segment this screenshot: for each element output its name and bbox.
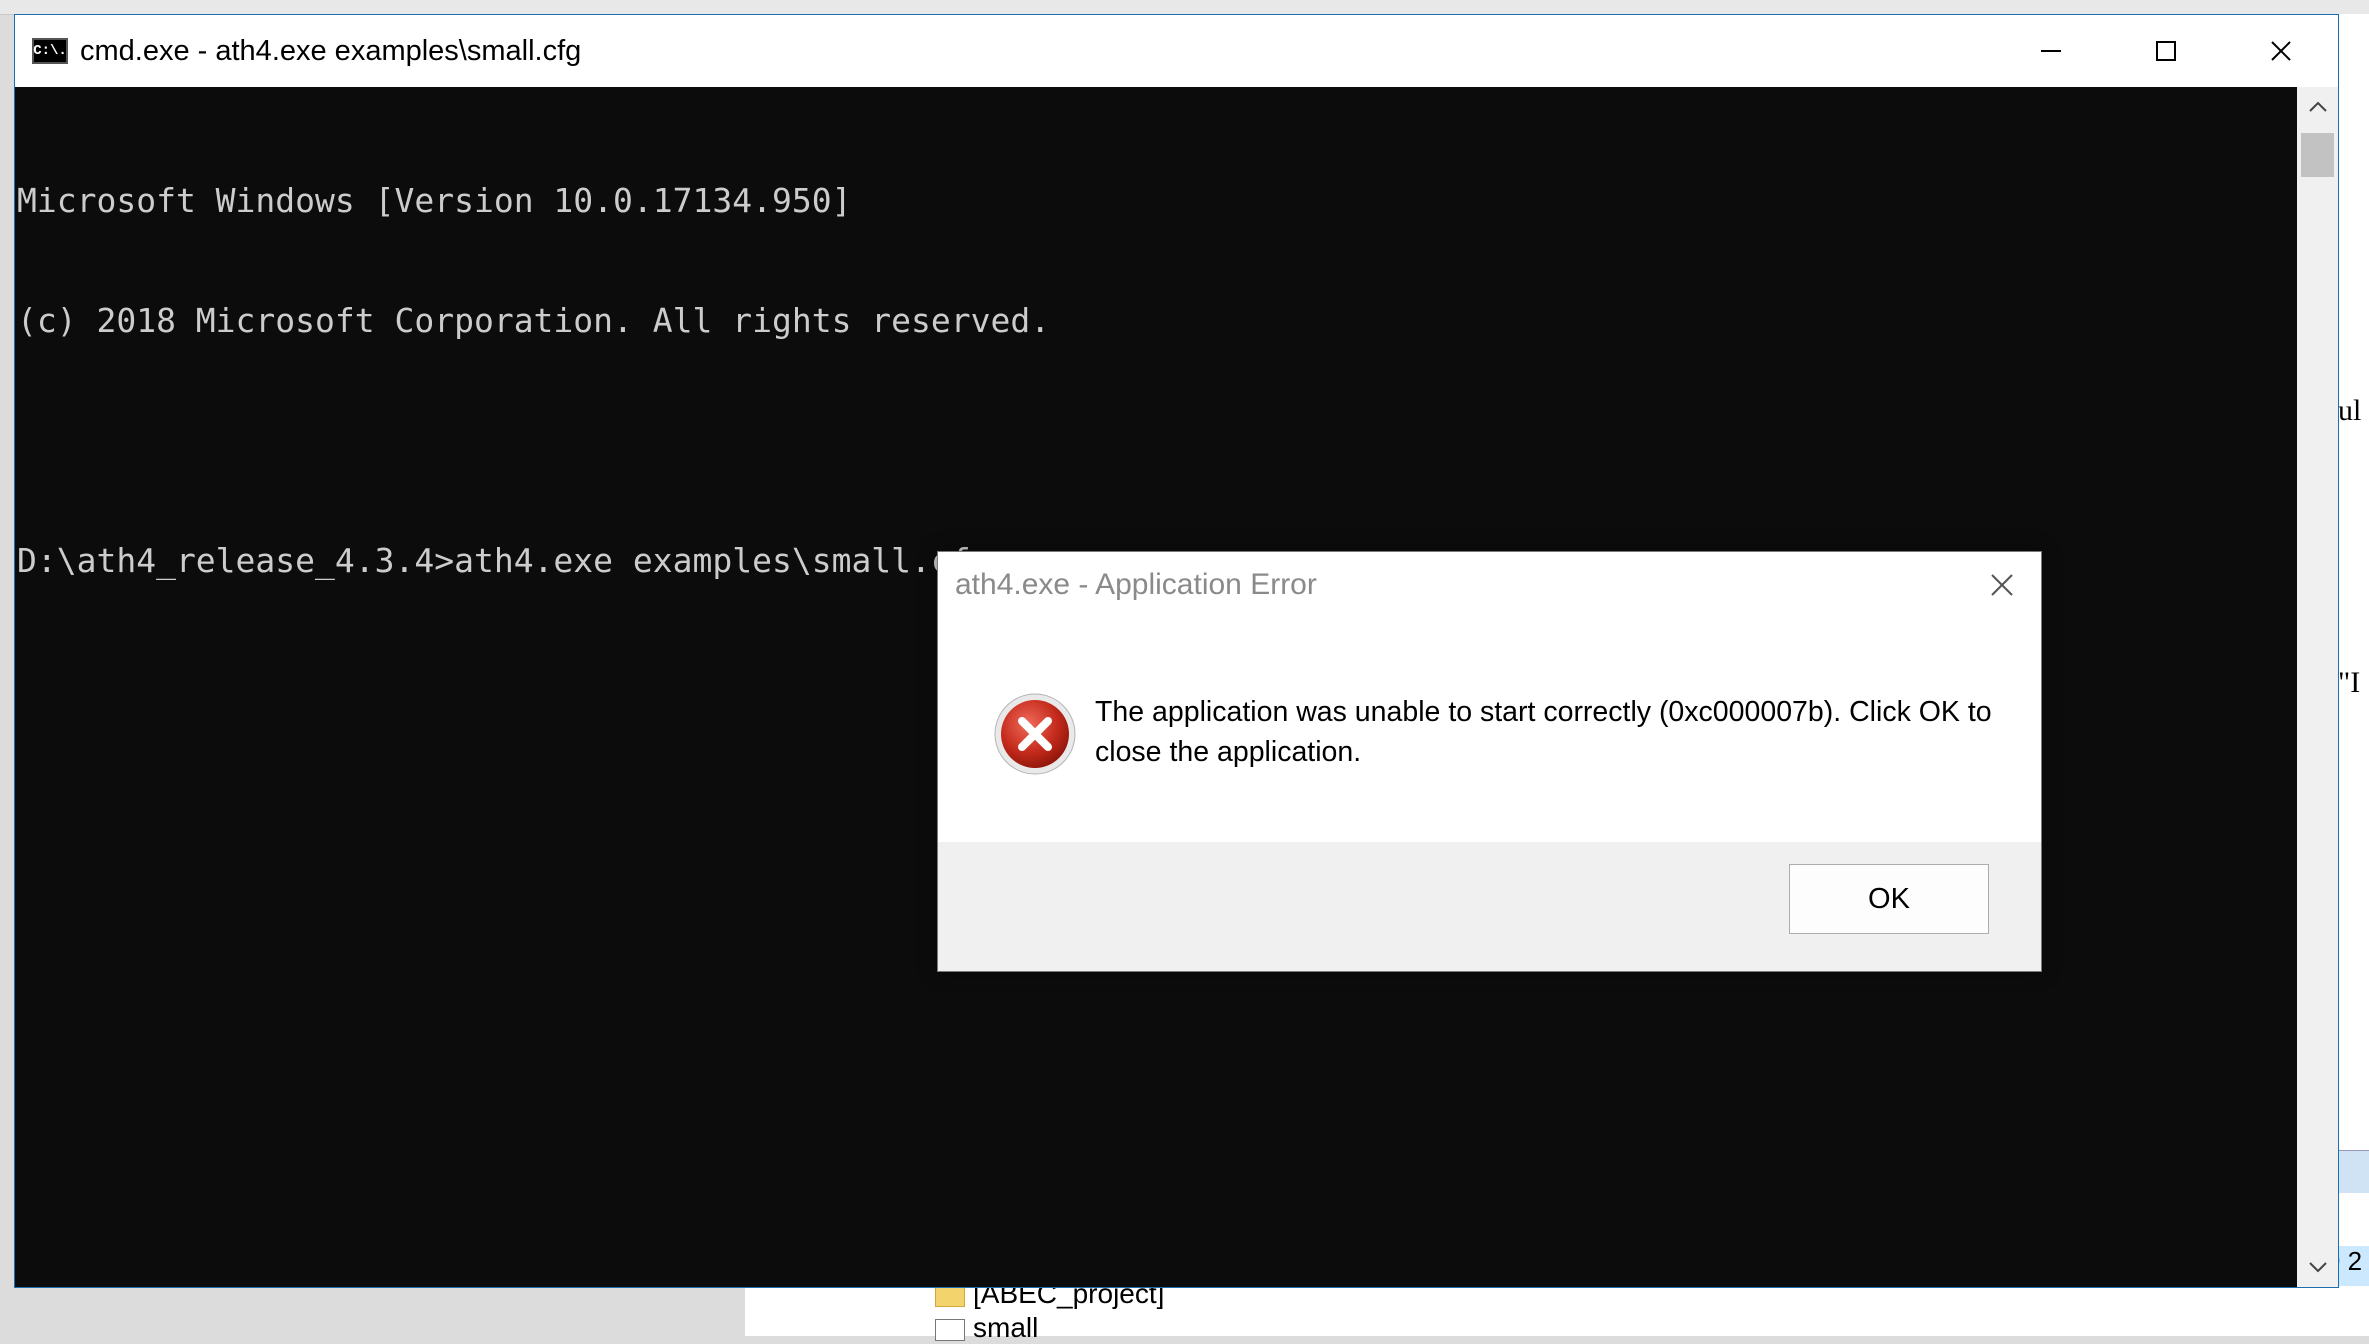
chevron-down-icon	[2308, 1262, 2327, 1273]
scroll-up-button[interactable]	[2297, 87, 2338, 127]
console-line: Microsoft Windows [Version 10.0.17134.95…	[17, 181, 852, 220]
minimize-button[interactable]	[1993, 15, 2108, 87]
scrollbar-thumb[interactable]	[2301, 133, 2334, 177]
dialog-footer: OK	[938, 842, 2041, 971]
close-icon	[2270, 41, 2291, 61]
background-text-fragment: "I	[2338, 666, 2361, 699]
background-window-edge	[0, 0, 2369, 15]
minimize-icon	[2040, 50, 2061, 52]
file-icon	[935, 1318, 965, 1341]
background-file-list: [ABEC_project] small	[745, 1278, 2320, 1343]
close-button[interactable]	[2223, 15, 2338, 87]
maximize-icon	[2155, 41, 2176, 61]
maximize-button[interactable]	[2108, 15, 2223, 87]
console-line: (c) 2018 Microsoft Corporation. All righ…	[17, 301, 1051, 340]
error-message: The application was unable to start corr…	[1095, 696, 1992, 768]
file-row[interactable]: small	[935, 1312, 1038, 1344]
file-name: small	[973, 1312, 1039, 1343]
dialog-title: ath4.exe - Application Error	[955, 568, 1317, 601]
error-icon	[994, 693, 1076, 775]
cmd-icon: C:\.	[32, 38, 68, 64]
ok-button[interactable]: OK	[1789, 864, 1989, 934]
background-text-fragment: ul	[2338, 394, 2362, 427]
dialog-close-icon[interactable]	[1987, 570, 2017, 600]
vertical-scrollbar[interactable]	[2297, 87, 2338, 1287]
window-title: cmd.exe - ath4.exe examples\small.cfg	[80, 34, 582, 67]
window-controls	[1993, 15, 2338, 87]
scroll-down-button[interactable]	[2297, 1247, 2338, 1287]
console-titlebar[interactable]: C:\. cmd.exe - ath4.exe examples\small.c…	[15, 15, 2338, 87]
chevron-up-icon	[2308, 101, 2327, 112]
error-dialog: ath4.exe - Application Error The applica…	[937, 551, 2042, 972]
